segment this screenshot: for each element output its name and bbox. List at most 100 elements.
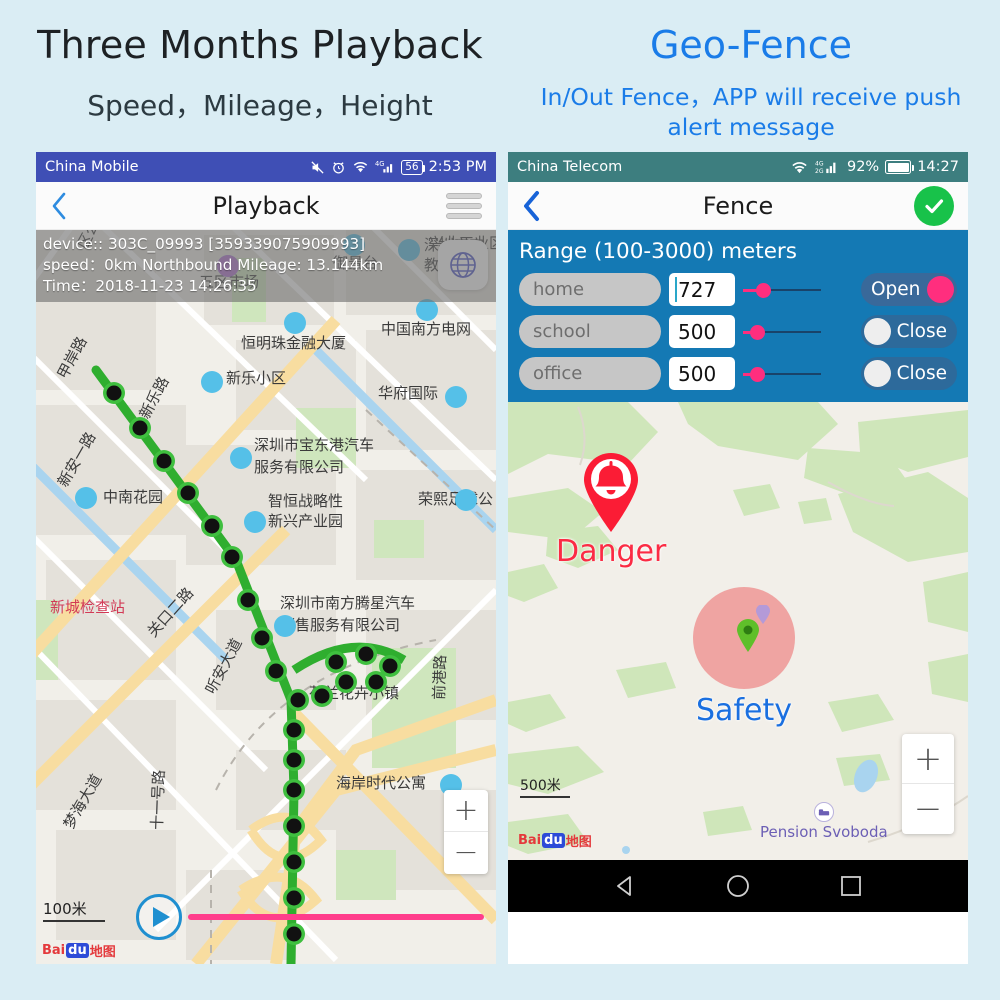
right-phone-mockup: China Telecom 4G 2G 92% 14:27 Fence Rang…: [508, 152, 968, 964]
safety-label: Safety: [696, 693, 792, 728]
fence-name-input[interactable]: office: [519, 357, 661, 390]
range-title: Range (100-3000) meters: [519, 239, 797, 264]
scale-label: 100米: [43, 900, 87, 918]
signal-icon: 4G 2G: [815, 159, 841, 175]
route-markers: [103, 382, 401, 945]
clock-label: 14:27: [917, 159, 959, 175]
alarm-icon: [331, 160, 346, 175]
baidu-du: du: [542, 833, 565, 848]
svg-text:4G: 4G: [815, 160, 824, 167]
clock-label: 2:53 PM: [428, 159, 487, 175]
fence-radius-slider[interactable]: [743, 315, 821, 348]
playback-timeline[interactable]: [188, 914, 484, 920]
zoom-in-button[interactable]: +: [902, 734, 954, 784]
page-title: Playback: [212, 191, 320, 220]
carrier-label: China Mobile: [45, 159, 139, 175]
left-subheading: Speed，Mileage，Height: [87, 88, 433, 122]
wifi-icon: [790, 160, 809, 175]
right-heading: Geo-Fence: [649, 23, 852, 67]
scale-line: [520, 796, 570, 798]
svg-text:2G: 2G: [815, 168, 824, 175]
baidu-ditu: 地图: [89, 945, 116, 960]
fence-enable-toggle[interactable]: Close: [861, 357, 957, 390]
left-title-bar: Playback: [36, 182, 496, 230]
map-scale: 500米: [520, 775, 570, 798]
battery-icon: [885, 160, 914, 174]
scale-label: 500米: [520, 778, 561, 794]
zoom-out-button[interactable]: −: [902, 784, 954, 834]
fence-name-input[interactable]: home: [519, 273, 661, 306]
fence-radius-input[interactable]: 727: [669, 273, 735, 306]
danger-label: Danger: [556, 534, 667, 569]
time-line: Time：2018-11-23 14:26:35: [43, 276, 257, 295]
map-scale: 100米: [43, 898, 105, 922]
confirm-button[interactable]: [914, 185, 954, 226]
right-android-navbar[interactable]: [508, 860, 968, 912]
back-button[interactable]: [50, 191, 84, 221]
safety-zone[interactable]: Safety: [693, 587, 795, 728]
check-circle-icon: [914, 185, 954, 226]
back-button[interactable]: [522, 190, 556, 222]
hotel-icon: [813, 802, 834, 822]
right-heading-block: Geo-Fence In/Out Fence，APP will receive …: [512, 23, 990, 142]
mute-icon: [310, 160, 325, 175]
zoom-out-button[interactable]: −: [444, 832, 488, 874]
home-icon[interactable]: [725, 873, 751, 899]
back-icon[interactable]: [612, 873, 638, 899]
poi-pension-svoboda[interactable]: Pension Svoboda: [760, 802, 888, 841]
play-button[interactable]: [136, 894, 182, 940]
svg-text:4G: 4G: [375, 160, 384, 168]
right-status-bar: China Telecom 4G 2G 92% 14:27: [508, 152, 968, 182]
hamburger-icon: [446, 192, 482, 219]
recents-icon[interactable]: [838, 873, 864, 899]
fence-enable-toggle[interactable]: Open: [861, 273, 957, 306]
map-zoom-control[interactable]: + −: [444, 790, 488, 874]
danger-marker[interactable]: Danger: [556, 450, 666, 569]
slider-knob[interactable]: [756, 283, 772, 298]
fence-radius-input[interactable]: 500: [669, 315, 735, 348]
left-heading: Three Months Playback: [37, 23, 483, 67]
left-heading-block: Three Months Playback Speed，Mileage，Heig…: [10, 23, 510, 124]
fence-enable-toggle[interactable]: Close: [861, 315, 957, 348]
zoom-in-button[interactable]: +: [444, 790, 488, 832]
fence-radius-input[interactable]: 500: [669, 357, 735, 390]
speed-line: speed：0km Northbound Mileage: 13.144km: [43, 255, 384, 274]
baidu-du: du: [66, 943, 89, 958]
status-icons: 4G 56 2:53 PM: [310, 159, 487, 175]
baidu-attribution: Bai du 地图: [42, 941, 116, 960]
playback-map[interactable]: 五区市场 御景台 深圳市宝 教学 恒明珠金融大厦 中国南方电网 新乐小区 华府国…: [36, 230, 496, 964]
fence-settings-panel: Range (100-3000) meters home 727 Open sc…: [508, 230, 968, 402]
menu-button[interactable]: [446, 192, 482, 219]
battery-icon: 56: [401, 159, 426, 175]
baidu-bai: Bai: [518, 833, 542, 848]
device-line: device:: 303C_09993 [359339075909993]: [43, 235, 366, 253]
map-zoom-control[interactable]: + −: [902, 734, 954, 834]
battery-level: 56: [405, 160, 419, 173]
fence-row: office 500 Close: [519, 357, 957, 390]
wifi-icon: [352, 160, 369, 174]
device-info-overlay: device:: 303C_09993 [359339075909993] sp…: [36, 230, 496, 302]
signal-icon: 4G: [375, 160, 395, 175]
page-title: Fence: [702, 191, 774, 220]
fence-row: school 500 Close: [519, 315, 957, 348]
safety-radius-circle: [693, 587, 795, 689]
right-title-bar: Fence: [508, 182, 968, 230]
fence-radius-slider[interactable]: [743, 273, 821, 306]
play-icon: [153, 907, 170, 927]
slider-knob[interactable]: [750, 325, 766, 340]
baidu-attribution: Bai du 地图: [518, 831, 592, 850]
baidu-ditu: 地图: [565, 835, 592, 850]
baidu-bai: Bai: [42, 943, 66, 958]
left-phone-mockup: China Mobile 4G 56 2:53 PM Playback 恒明珠金…: [36, 152, 496, 964]
toggle-label: Close: [896, 321, 947, 342]
right-subheading: In/Out Fence，APP will receive push alert…: [540, 82, 962, 141]
fence-name-input[interactable]: school: [519, 315, 661, 348]
bell-pin-icon: [584, 453, 639, 532]
fence-map[interactable]: Danger Safety Pension Svoboda + − 500米 B…: [508, 402, 968, 860]
fence-row: home 727 Open: [519, 273, 957, 306]
fence-radius-slider[interactable]: [743, 357, 821, 390]
toggle-knob: [927, 276, 954, 303]
slider-knob[interactable]: [750, 367, 766, 382]
carrier-label: China Telecom: [517, 159, 623, 175]
toggle-knob: [864, 318, 891, 345]
